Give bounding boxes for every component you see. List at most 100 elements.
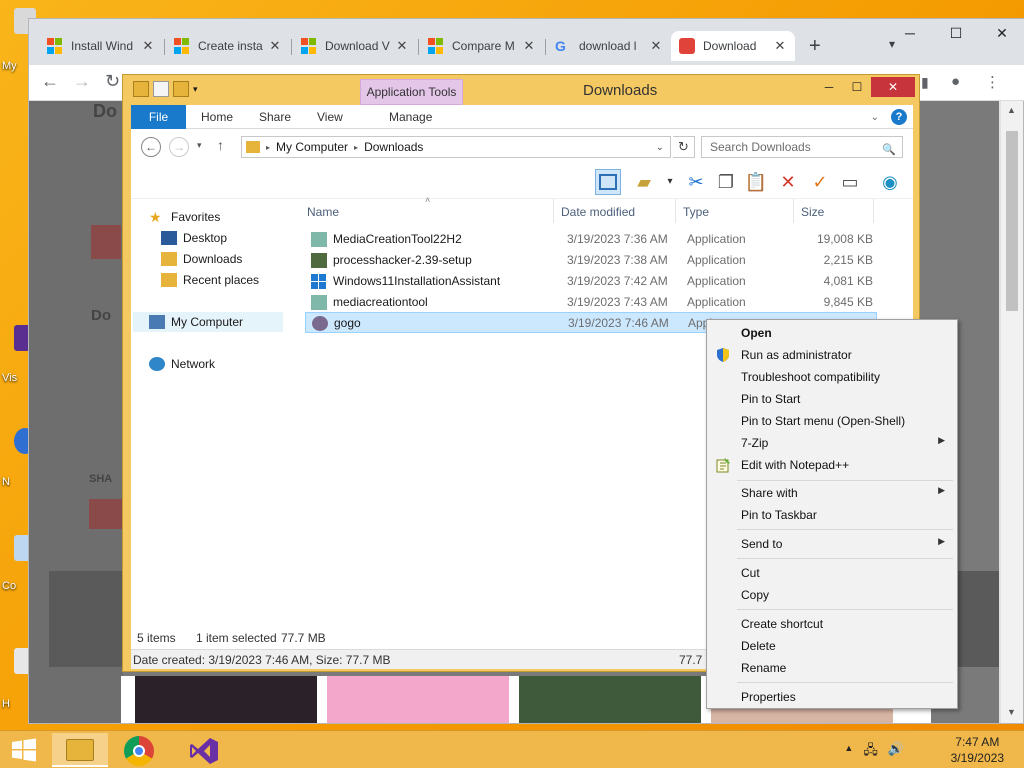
nav-downloads[interactable]: Downloads (161, 249, 242, 269)
menu-item-pin-to-taskbar[interactable]: Pin to Taskbar (709, 504, 955, 526)
file-row[interactable]: Windows11InstallationAssistant 3/19/2023… (305, 271, 877, 292)
nav-my-computer[interactable]: My Computer (133, 312, 283, 332)
menu-item-open[interactable]: Open (709, 322, 955, 344)
scroll-up-icon[interactable]: ▲ (1007, 105, 1016, 115)
tab-home[interactable]: Home (201, 105, 233, 129)
scroll-thumb[interactable] (1006, 131, 1018, 311)
column-divider[interactable] (873, 199, 874, 223)
clock[interactable]: 7:47 AM 3/19/2023 (951, 734, 1004, 766)
menu-item-7zip[interactable]: 7-Zip ▶ (709, 432, 955, 454)
column-name[interactable]: Name (307, 205, 339, 219)
back-icon[interactable]: ← (41, 71, 59, 92)
tab-close-icon[interactable]: ✕ (522, 38, 536, 54)
reload-icon[interactable]: ↻ (105, 71, 120, 92)
tab-close-icon[interactable]: ✕ (773, 38, 787, 54)
toolbar-dropdown-icon[interactable]: ▾ (657, 169, 683, 195)
back-icon[interactable]: ← (141, 137, 161, 157)
menu-item-properties[interactable]: Properties (709, 686, 955, 708)
minimize-icon[interactable]: ─ (815, 77, 843, 97)
details-pane-icon[interactable] (595, 169, 621, 195)
page-thumbnail[interactable] (327, 676, 509, 723)
page-button[interactable] (91, 225, 121, 259)
tab-view[interactable]: View (317, 105, 343, 129)
browser-tab-active[interactable]: Download ✕ (671, 31, 795, 61)
new-tab-icon[interactable]: + (809, 35, 821, 58)
menu-item-troubleshoot[interactable]: Troubleshoot compatibility (709, 366, 955, 388)
network-status-icon[interactable]: 🖧 (863, 741, 878, 763)
tab-share[interactable]: Share (259, 105, 291, 129)
breadcrumb-my-computer[interactable]: My Computer (276, 140, 348, 154)
taskbar-chrome[interactable] (112, 733, 168, 767)
nav-network[interactable]: Network (149, 354, 215, 374)
customize-chevron-icon[interactable]: ▾ (193, 81, 209, 97)
help-icon[interactable]: ? (891, 109, 907, 125)
taskbar-file-explorer[interactable] (52, 733, 108, 767)
maximize-icon[interactable]: ☐ (843, 77, 871, 97)
scroll-down-icon[interactable]: ▼ (1007, 707, 1016, 717)
minimize-icon[interactable]: ─ (887, 19, 933, 49)
nav-recent-places[interactable]: Recent places (161, 270, 259, 290)
breadcrumb-chevron-icon[interactable]: ▸ (354, 143, 358, 152)
email-icon[interactable]: ▭ (837, 169, 863, 195)
folder-icon[interactable] (133, 81, 149, 97)
page-button[interactable] (89, 499, 123, 529)
browser-tab[interactable]: Create insta ✕ (166, 31, 290, 61)
file-row[interactable]: processhacker-2.39-setup 3/19/2023 7:38 … (305, 250, 877, 271)
tab-close-icon[interactable]: ✕ (649, 38, 663, 54)
close-icon[interactable]: ✕ (979, 19, 1024, 49)
menu-item-pin-to-start[interactable]: Pin to Start (709, 388, 955, 410)
menu-item-rename[interactable]: Rename (709, 657, 955, 679)
browser-tab[interactable]: G download l ✕ (547, 31, 671, 61)
breadcrumb-chevron-icon[interactable]: ▸ (266, 143, 270, 152)
menu-item-delete[interactable]: Delete (709, 635, 955, 657)
tab-close-icon[interactable]: ✕ (141, 38, 155, 54)
forward-icon[interactable]: → (169, 137, 189, 157)
column-date-modified[interactable]: Date modified (561, 205, 635, 219)
menu-item-send-to[interactable]: Send to ▶ (709, 533, 955, 555)
folder-options-icon[interactable]: ▰ (631, 169, 657, 195)
show-hidden-icons-icon[interactable]: ▲ (844, 741, 853, 763)
file-row[interactable]: mediacreationtool 3/19/2023 7:43 AM Appl… (305, 292, 877, 313)
forward-icon[interactable]: → (73, 71, 91, 92)
nav-desktop[interactable]: Desktop (161, 228, 227, 248)
menu-icon[interactable]: ⋮ (985, 73, 1000, 91)
up-icon[interactable]: ↑ (217, 137, 224, 153)
properties-check-icon[interactable]: ✓ (807, 169, 833, 195)
recent-locations-icon[interactable]: ▾ (197, 140, 202, 151)
tab-close-icon[interactable]: ✕ (268, 38, 282, 54)
menu-item-pin-to-start-openshell[interactable]: Pin to Start menu (Open-Shell) (709, 410, 955, 432)
menu-item-copy[interactable]: Copy (709, 584, 955, 606)
breadcrumb-downloads[interactable]: Downloads (364, 140, 423, 154)
page-scrollbar[interactable]: ▲ ▼ (1001, 101, 1023, 723)
address-bar[interactable]: ▸ My Computer ▸ Downloads ⌄ (241, 136, 671, 158)
menu-item-edit-notepadpp[interactable]: Edit with Notepad++ (709, 454, 955, 476)
menu-item-run-as-administrator[interactable]: Run as administrator (709, 344, 955, 366)
menu-item-share-with[interactable]: Share with ▶ (709, 482, 955, 504)
expand-ribbon-icon[interactable]: ⌄ (871, 112, 879, 123)
browser-tab[interactable]: Install Wind ✕ (39, 31, 163, 61)
volume-icon[interactable]: 🔊 (888, 741, 904, 763)
browser-tab[interactable]: Compare M ✕ (420, 31, 544, 61)
tab-manage[interactable]: Manage (389, 105, 432, 129)
paste-icon[interactable]: 📋 (743, 169, 769, 195)
open-shell-settings-icon[interactable]: ◉ (877, 169, 903, 195)
side-panel-icon[interactable]: ▮ (921, 74, 929, 91)
maximize-icon[interactable]: ☐ (933, 19, 979, 49)
properties-icon[interactable] (153, 81, 169, 97)
address-dropdown-icon[interactable]: ⌄ (656, 142, 664, 153)
refresh-icon[interactable]: ↻ (673, 136, 695, 158)
column-size[interactable]: Size (801, 205, 824, 219)
column-divider[interactable] (675, 199, 676, 223)
close-icon[interactable]: ✕ (871, 77, 915, 97)
start-button[interactable] (10, 738, 38, 762)
new-folder-icon[interactable] (173, 81, 189, 97)
profile-icon[interactable]: ● (951, 73, 960, 90)
page-thumbnail[interactable] (135, 676, 317, 723)
cut-icon[interactable]: ✂ (683, 169, 709, 195)
tab-file[interactable]: File (131, 105, 186, 129)
delete-icon[interactable]: ✕ (775, 169, 801, 195)
column-type[interactable]: Type (683, 205, 709, 219)
browser-tab[interactable]: Download V ✕ (293, 31, 417, 61)
nav-favorites[interactable]: ★ Favorites (149, 207, 220, 227)
search-input[interactable]: Search Downloads 🔍 (701, 136, 903, 158)
